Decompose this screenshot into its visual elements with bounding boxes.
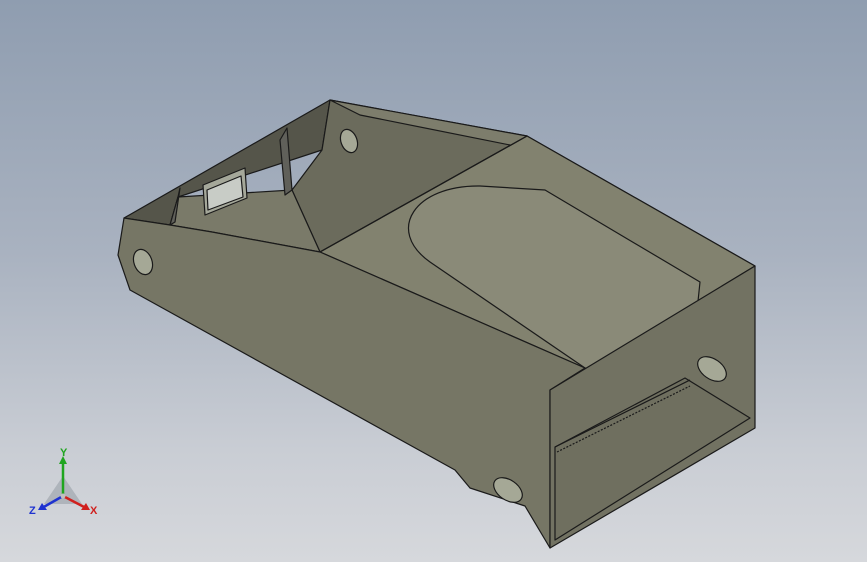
graphics-viewport[interactable]: Y X Z	[0, 0, 867, 562]
orientation-triad[interactable]: Y X Z	[26, 448, 106, 524]
x-axis-label: X	[90, 505, 98, 517]
sheet-metal-bracket-model[interactable]	[0, 0, 867, 562]
z-axis-label: Z	[29, 505, 36, 517]
triad-origin	[60, 493, 66, 499]
y-axis-label: Y	[60, 448, 68, 459]
